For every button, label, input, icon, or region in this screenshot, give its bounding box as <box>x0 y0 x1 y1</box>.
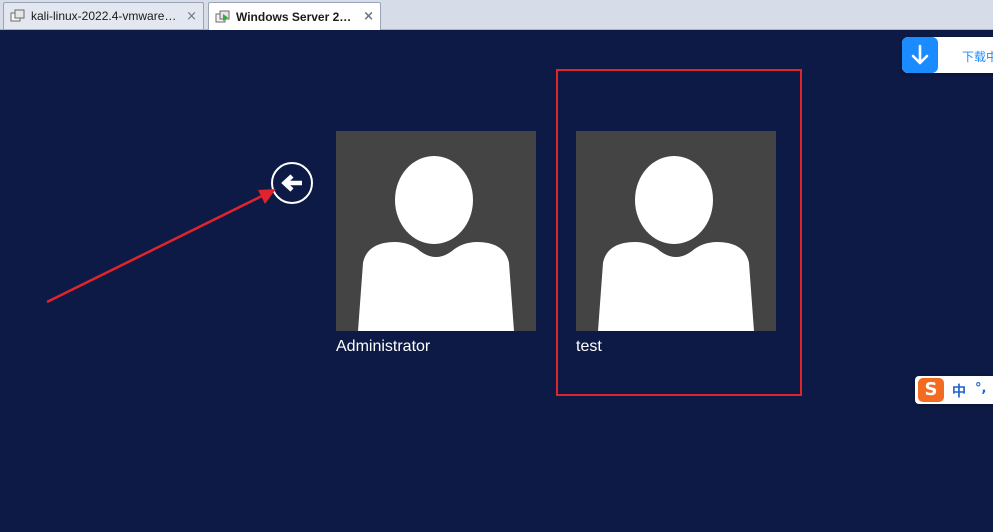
download-label: 下载中 <box>962 50 993 64</box>
ime-toolbar[interactable]: S 中 °, <box>915 376 993 404</box>
close-icon[interactable]: × <box>186 9 197 24</box>
tab-label: kali-linux-2022.4-vmware-am... <box>31 9 178 23</box>
user-tile-test[interactable]: test <box>576 131 776 356</box>
vm-running-icon <box>215 10 230 22</box>
user-name: test <box>576 338 602 355</box>
tab-kali-linux[interactable]: kali-linux-2022.4-vmware-am... × <box>3 2 204 29</box>
tab-label: Windows Server 2012 <box>236 9 356 24</box>
user-tile-administrator[interactable]: Administrator <box>336 131 536 356</box>
ime-mode-toggle[interactable]: 中 <box>952 381 966 401</box>
vm-screen[interactable]: Administrator test 下载中 S 中 °, <box>0 30 993 532</box>
download-arrow-icon <box>902 37 938 73</box>
user-avatar <box>576 131 776 331</box>
vm-icon <box>10 9 25 22</box>
sogou-logo-icon: S <box>918 378 944 402</box>
tab-bar: kali-linux-2022.4-vmware-am... × Windows… <box>0 0 993 30</box>
user-name: Administrator <box>336 338 431 355</box>
user-silhouette-icon <box>598 156 754 331</box>
close-icon[interactable]: × <box>363 9 374 24</box>
back-arrow-icon <box>281 174 302 192</box>
back-button[interactable] <box>271 162 313 204</box>
tab-windows-server-2012[interactable]: Windows Server 2012 × <box>208 2 381 30</box>
ime-punctuation-toggle[interactable]: °, <box>975 381 986 396</box>
user-silhouette-icon <box>358 156 514 331</box>
user-avatar <box>336 131 536 331</box>
download-widget[interactable]: 下载中 <box>902 37 993 73</box>
